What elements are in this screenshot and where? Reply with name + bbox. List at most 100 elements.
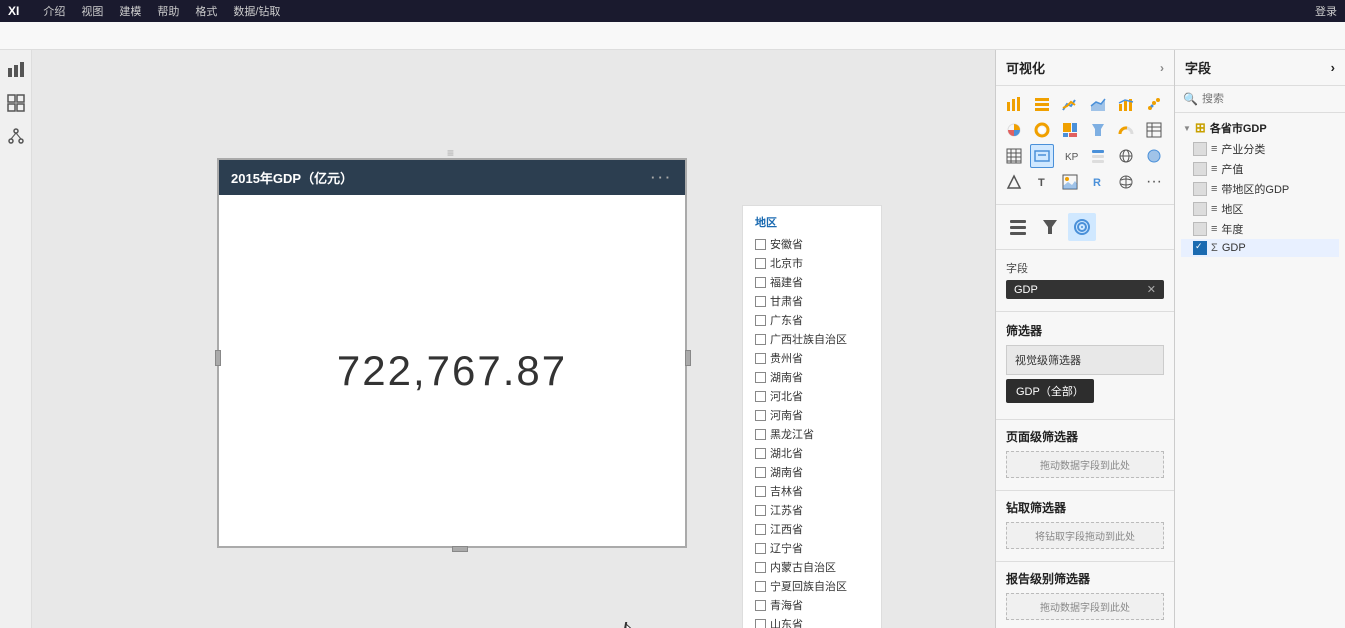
canvas-area[interactable]: 2015年GDP（亿元） ··· ≡ 722,767.87 地区 安徽省 北京市… [32, 50, 995, 628]
table-icon[interactable] [1142, 118, 1166, 142]
legend-checkbox[interactable] [755, 258, 766, 269]
combo-chart-icon[interactable] [1114, 92, 1138, 116]
legend-item[interactable]: 江西省 [755, 521, 869, 537]
menu-help[interactable]: 帮助 [157, 3, 179, 19]
funnel-icon[interactable] [1086, 118, 1110, 142]
legend-checkbox[interactable] [755, 429, 766, 440]
field-group-header[interactable]: ▼ ⊞ 各省市GDP [1181, 117, 1339, 139]
legend-item[interactable]: 广西壮族自治区 [755, 331, 869, 347]
legend-checkbox[interactable] [755, 562, 766, 573]
legend-item[interactable]: 安徽省 [755, 236, 869, 252]
field-dropdown[interactable]: GDP ✕ [1006, 280, 1164, 299]
page-filter-drop-area[interactable]: 拖动数据字段到此处 [1006, 451, 1164, 478]
legend-checkbox[interactable] [755, 448, 766, 459]
legend-item[interactable]: 宁夏回族自治区 [755, 578, 869, 594]
matrix-icon[interactable] [1002, 144, 1026, 168]
fields-search[interactable]: 🔍 [1175, 86, 1345, 113]
legend-checkbox[interactable] [755, 486, 766, 497]
fields-panel-chevron[interactable]: › [1331, 60, 1335, 75]
slicer-icon[interactable] [1086, 144, 1110, 168]
legend-checkbox[interactable] [755, 372, 766, 383]
analytics-icon[interactable] [1068, 213, 1096, 241]
image-icon[interactable] [1058, 170, 1082, 194]
legend-checkbox[interactable] [755, 467, 766, 478]
field-item-niandu[interactable]: ≡ 年度 [1181, 219, 1339, 239]
menu-model[interactable]: 建模 [119, 3, 141, 19]
legend-checkbox[interactable] [755, 353, 766, 364]
legend-item[interactable]: 江苏省 [755, 502, 869, 518]
legend-checkbox[interactable] [755, 505, 766, 516]
donut-chart-icon[interactable] [1030, 118, 1054, 142]
menu-data[interactable]: 数据/钻取 [233, 3, 280, 19]
menu-view[interactable]: 视图 [81, 3, 103, 19]
field-clear-button[interactable]: ✕ [1147, 283, 1156, 296]
field-item-daididpg[interactable]: ≡ 带地区的GDP [1181, 179, 1339, 199]
sidebar-grid-icon[interactable] [5, 92, 27, 114]
column-chart-icon[interactable] [1030, 92, 1054, 116]
visual-card[interactable]: 2015年GDP（亿元） ··· ≡ 722,767.87 [217, 158, 687, 548]
legend-item[interactable]: 湖北省 [755, 445, 869, 461]
legend-checkbox[interactable] [755, 524, 766, 535]
legend-item[interactable]: 黑龙江省 [755, 426, 869, 442]
treemap-icon[interactable] [1058, 118, 1082, 142]
r-script-icon[interactable]: R [1086, 170, 1110, 194]
legend-item[interactable]: 湖南省 [755, 369, 869, 385]
legend-item[interactable]: 北京市 [755, 255, 869, 271]
report-drop-area[interactable]: 拖动数据字段到此处 [1006, 593, 1164, 620]
globe-icon[interactable] [1114, 170, 1138, 194]
login-button[interactable]: 登录 [1315, 3, 1337, 19]
legend-item[interactable]: 青海省 [755, 597, 869, 613]
legend-checkbox[interactable] [755, 410, 766, 421]
filled-map-icon[interactable] [1142, 144, 1166, 168]
legend-item[interactable]: 湖南省 [755, 464, 869, 480]
pie-chart-icon[interactable] [1002, 118, 1026, 142]
text-icon[interactable]: T [1030, 170, 1054, 194]
field-item-chanye[interactable]: ≡ 产业分类 [1181, 139, 1339, 159]
shape-icon[interactable] [1002, 170, 1026, 194]
visual-menu-dots[interactable]: ··· [651, 170, 673, 185]
menu-intro[interactable]: 介绍 [43, 3, 65, 19]
card-icon[interactable] [1030, 144, 1054, 168]
resize-left-handle[interactable] [215, 350, 221, 366]
legend-checkbox[interactable] [755, 334, 766, 345]
legend-checkbox[interactable] [755, 277, 766, 288]
viz-panel-chevron[interactable]: › [1160, 61, 1164, 75]
resize-bottom-handle[interactable] [452, 546, 468, 552]
legend-checkbox[interactable] [755, 600, 766, 611]
field-item-diqu[interactable]: ≡ 地区 [1181, 199, 1339, 219]
legend-checkbox[interactable] [755, 581, 766, 592]
funnel-filter-icon[interactable] [1036, 213, 1064, 241]
legend-checkbox[interactable] [755, 619, 766, 628]
legend-item[interactable]: 内蒙古自治区 [755, 559, 869, 575]
legend-checkbox[interactable] [755, 543, 766, 554]
legend-checkbox[interactable] [755, 296, 766, 307]
search-input[interactable] [1202, 93, 1344, 105]
legend-item[interactable]: 广东省 [755, 312, 869, 328]
field-item-gdp[interactable]: Σ GDP [1181, 239, 1339, 257]
legend-checkbox[interactable] [755, 315, 766, 326]
legend-checkbox[interactable] [755, 239, 766, 250]
sidebar-tree-icon[interactable] [5, 126, 27, 148]
map-icon[interactable] [1114, 144, 1138, 168]
bar-chart-icon[interactable] [1002, 92, 1026, 116]
legend-item[interactable]: 山东省 [755, 616, 869, 628]
scatter-icon[interactable] [1142, 92, 1166, 116]
legend-item[interactable]: 福建省 [755, 274, 869, 290]
legend-item[interactable]: 吉林省 [755, 483, 869, 499]
more-visuals-icon[interactable]: ··· [1142, 170, 1166, 194]
area-chart-icon[interactable] [1086, 92, 1110, 116]
legend-item[interactable]: 贵州省 [755, 350, 869, 366]
legend-item[interactable]: 甘肃省 [755, 293, 869, 309]
gauge-icon[interactable] [1114, 118, 1138, 142]
drill-drop-area[interactable]: 将钻取字段拖动到此处 [1006, 522, 1164, 549]
sidebar-chart-icon[interactable] [5, 58, 27, 80]
legend-checkbox[interactable] [755, 391, 766, 402]
gdp-filter-tag[interactable]: GDP（全部） [1006, 379, 1094, 403]
resize-right-handle[interactable] [685, 350, 691, 366]
field-item-chanzhi[interactable]: ≡ 产值 [1181, 159, 1339, 179]
line-chart-icon[interactable] [1058, 92, 1082, 116]
kpi-icon[interactable]: KPI [1058, 144, 1082, 168]
legend-item[interactable]: 河北省 [755, 388, 869, 404]
format-icon[interactable] [1004, 213, 1032, 241]
menu-format[interactable]: 格式 [195, 3, 217, 19]
